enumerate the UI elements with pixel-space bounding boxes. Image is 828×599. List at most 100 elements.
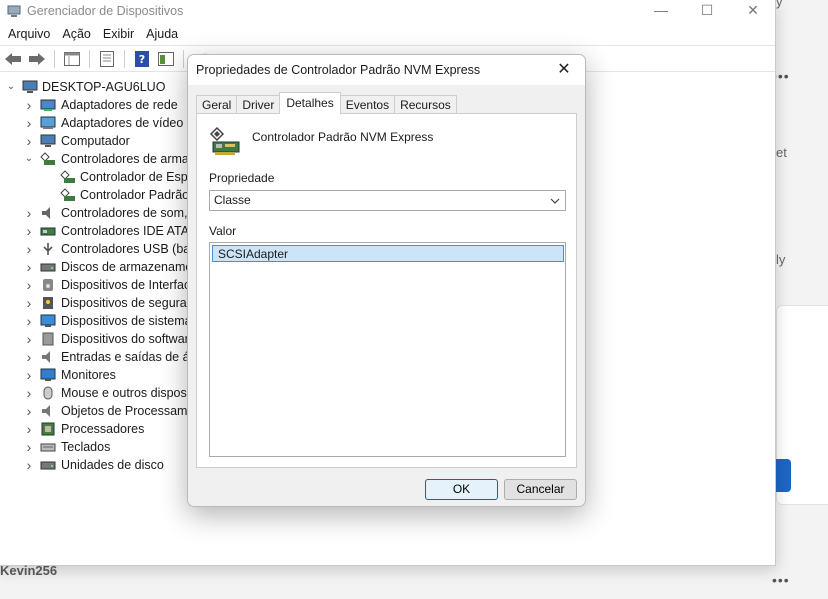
menu-ajuda[interactable]: Ajuda	[140, 27, 184, 41]
grid-view-icon	[64, 51, 80, 66]
property-selected-value: Classe	[214, 193, 251, 207]
tree-item-label: Controladores de armaz	[61, 152, 196, 166]
storage-controller-icon	[209, 126, 240, 155]
disk-drive-icon	[40, 461, 56, 470]
network-adapter-icon	[40, 99, 56, 111]
cancel-button[interactable]: Cancelar	[504, 479, 577, 500]
properties-icon	[100, 50, 114, 67]
background-text: ly	[776, 252, 786, 267]
properties-button[interactable]	[97, 49, 117, 69]
expand-chevron-icon[interactable]: ›	[24, 456, 34, 474]
mouse-icon	[43, 386, 53, 400]
storage-controller-icon	[60, 188, 75, 201]
list-item[interactable]: SCSIAdapter	[212, 245, 564, 262]
forward-arrow-icon	[29, 52, 45, 65]
minimize-button[interactable]: —	[638, 0, 684, 22]
maximize-button[interactable]: ☐	[684, 0, 730, 22]
tree-item-label: Teclados	[61, 440, 111, 454]
properties-dialog: Propriedades de Controlador Padrão NVM E…	[187, 54, 586, 507]
tree-item-label: Adaptadores de rede	[61, 98, 178, 112]
expand-chevron-icon[interactable]: ›	[24, 204, 34, 222]
processor-icon	[41, 422, 55, 436]
monitor-icon	[40, 368, 56, 381]
tree-item-label: Processadores	[61, 422, 145, 436]
window-view-icon	[158, 51, 174, 66]
tree-item-label: Controladores USB (barr	[61, 242, 199, 256]
background-page	[776, 0, 828, 599]
expand-chevron-icon[interactable]: ›	[24, 420, 34, 438]
details-panel: Controlador Padrão NVM Express Proprieda…	[196, 113, 577, 468]
tree-item-label: Controladores IDE ATA/A	[61, 224, 201, 238]
ok-button[interactable]: OK	[425, 479, 498, 500]
background-blue-button[interactable]	[776, 459, 791, 492]
tree-item-label: Controlador Padrão	[80, 188, 190, 202]
tab-geral[interactable]: Geral	[196, 95, 238, 114]
more-options-icon[interactable]: •••	[772, 572, 790, 588]
expand-chevron-icon[interactable]: ›	[24, 132, 34, 150]
expand-chevron-icon[interactable]: ›	[24, 330, 34, 348]
expand-chevron-icon[interactable]: ›	[24, 240, 34, 258]
keyboard-icon	[40, 443, 56, 452]
menu-arquivo[interactable]: Arquivo	[2, 27, 56, 41]
ide-controller-icon	[40, 227, 56, 236]
expand-chevron-icon[interactable]: ›	[24, 384, 34, 402]
storage-controller-icon	[60, 170, 75, 183]
menu-bar: Arquivo Ação Exibir Ajuda	[0, 22, 775, 46]
tree-item-label: Controladores de som, v	[61, 206, 198, 220]
dialog-close-button[interactable]: ✕	[551, 55, 577, 85]
expand-chevron-icon[interactable]: ›	[24, 312, 34, 330]
tree-item-label: Computador	[61, 134, 130, 148]
action-button[interactable]	[156, 49, 176, 69]
software-device-icon	[42, 332, 54, 346]
expand-chevron-icon[interactable]: ›	[24, 348, 34, 366]
menu-exibir[interactable]: Exibir	[97, 27, 140, 41]
menu-acao[interactable]: Ação	[56, 27, 97, 41]
expand-chevron-icon[interactable]: ›	[24, 222, 34, 240]
device-manager-icon	[7, 5, 21, 17]
expand-chevron-icon[interactable]: ›	[24, 294, 34, 312]
forward-button[interactable]	[27, 49, 47, 69]
device-name: Controlador Padrão NVM Express	[252, 130, 434, 144]
usb-icon	[43, 243, 53, 255]
dialog-tabs: Geral Driver Detalhes Eventos Recursos	[196, 92, 457, 114]
tree-item-label: Discos de armazenamer	[61, 260, 197, 274]
expand-chevron-icon[interactable]: ›	[24, 276, 34, 294]
tab-driver[interactable]: Driver	[236, 95, 281, 114]
user-name: Kevin256	[0, 563, 58, 578]
tree-item-label: Objetos de Processamer	[61, 404, 199, 418]
dialog-title-bar[interactable]: Propriedades de Controlador Padrão NVM E…	[188, 55, 585, 85]
help-button[interactable]: ?	[132, 49, 152, 69]
title-bar[interactable]: Gerenciador de Dispositivos — ☐ ✕	[0, 0, 775, 22]
tree-item-label: Dispositivos de sistema	[61, 314, 192, 328]
value-list[interactable]: SCSIAdapter	[209, 242, 566, 457]
window-title: Gerenciador de Dispositivos	[27, 4, 184, 18]
tab-recursos[interactable]: Recursos	[394, 95, 457, 114]
collapse-chevron-icon[interactable]: ⌄	[24, 150, 34, 168]
tree-item-label: Dispositivos de seguran	[61, 296, 194, 310]
tab-detalhes[interactable]: Detalhes	[279, 92, 341, 114]
close-button[interactable]: ✕	[730, 0, 776, 22]
expand-chevron-icon[interactable]: ›	[24, 96, 34, 114]
tab-eventos[interactable]: Eventos	[339, 95, 396, 114]
tree-item-label: Mouse e outros disposit	[61, 386, 194, 400]
expand-chevron-icon[interactable]: ›	[24, 366, 34, 384]
disk-drive-icon	[40, 263, 56, 272]
toolbar-separator	[124, 49, 125, 68]
tree-item-label: Unidades de disco	[61, 458, 164, 472]
back-button[interactable]	[3, 49, 23, 69]
audio-io-icon	[42, 351, 50, 363]
expand-chevron-icon[interactable]: ›	[24, 438, 34, 456]
expand-chevron-icon[interactable]: ›	[24, 402, 34, 420]
help-icon: ?	[135, 50, 149, 67]
background-text: y	[776, 0, 783, 9]
view-button[interactable]	[62, 49, 82, 69]
collapse-chevron-icon[interactable]: ⌄	[6, 78, 16, 96]
system-device-icon	[40, 314, 56, 327]
property-select[interactable]: Classe	[209, 190, 566, 211]
expand-chevron-icon[interactable]: ›	[24, 114, 34, 132]
sound-icon	[42, 207, 50, 219]
expand-chevron-icon[interactable]: ›	[24, 258, 34, 276]
tree-item-label: Dispositivos de Interface	[61, 278, 198, 292]
display-adapter-icon	[40, 116, 56, 129]
value-label: Valor	[209, 224, 237, 238]
